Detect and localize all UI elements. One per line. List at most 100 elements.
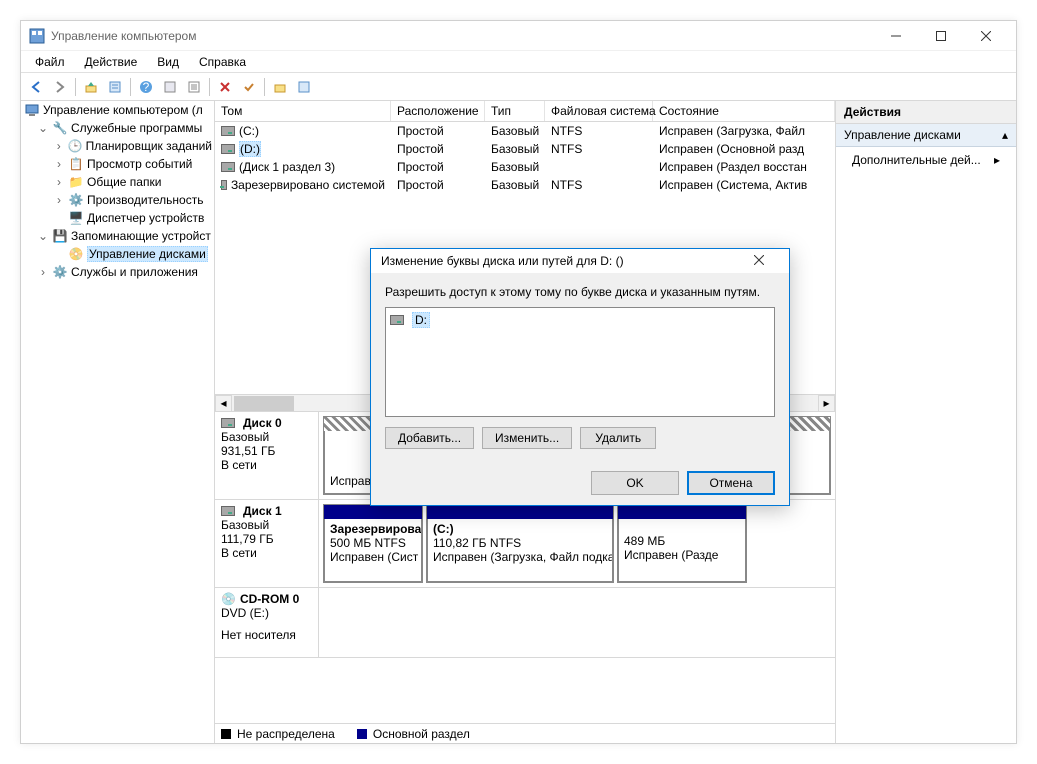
collapse-icon[interactable]: ▴: [1002, 128, 1008, 142]
separator: [209, 78, 210, 96]
disk-size: 931,51 ГБ: [221, 444, 312, 458]
up-button[interactable]: [80, 76, 102, 98]
drive-letter-list[interactable]: D:: [385, 307, 775, 417]
volume-status: Исправен (Раздел восстан: [653, 159, 835, 175]
device-icon: 🖥️: [68, 210, 84, 226]
actions-group[interactable]: Управление дисками ▴: [836, 124, 1016, 147]
drive-icon: [221, 418, 235, 428]
volume-fs: NTFS: [545, 177, 653, 193]
volume-row[interactable]: Зарезервировано системой Простой Базовый…: [215, 176, 835, 194]
partition-recovery[interactable]: 489 МБ Исправен (Разде: [617, 504, 747, 583]
maximize-button[interactable]: [918, 22, 963, 50]
menu-help[interactable]: Справка: [191, 53, 254, 71]
tree-performance[interactable]: ›⚙️Производительность: [21, 191, 214, 209]
options-button[interactable]: [159, 76, 181, 98]
tree-storage[interactable]: ⌄💾Запоминающие устройст: [21, 227, 214, 245]
drive-icon: [221, 506, 235, 516]
clock-icon: 🕒: [67, 138, 82, 154]
partition-body: 489 МБ Исправен (Разде: [618, 519, 746, 582]
dialog-titlebar[interactable]: Изменение буквы диска или путей для D: (…: [371, 249, 789, 273]
column-tom[interactable]: Том: [215, 101, 391, 121]
legend-primary-icon: [357, 729, 367, 739]
titlebar[interactable]: Управление компьютером: [21, 21, 1016, 51]
chevron-down-icon[interactable]: ⌄: [37, 229, 49, 243]
separator: [264, 78, 265, 96]
chevron-right-icon: ▸: [994, 153, 1000, 167]
tree-panel[interactable]: Управление компьютером (л ⌄🔧Служебные пр…: [21, 101, 215, 743]
tree-devices[interactable]: 🖥️Диспетчер устройств: [21, 209, 214, 227]
tree-root[interactable]: Управление компьютером (л: [21, 101, 214, 119]
cdrom-icon: 💿: [221, 592, 236, 606]
tree-diskmgmt[interactable]: 📀Управление дисками: [21, 245, 214, 263]
volume-fs: [545, 166, 653, 168]
partition-reserved[interactable]: Зарезервирова 500 МБ NTFS Исправен (Сист: [323, 504, 423, 583]
column-status[interactable]: Состояние: [653, 101, 835, 121]
drive-letter-item[interactable]: D:: [390, 312, 770, 328]
volume-layout: Простой: [391, 159, 485, 175]
column-layout[interactable]: Расположение: [391, 101, 485, 121]
dialog-action-buttons: Добавить... Изменить... Удалить: [385, 427, 775, 449]
delete-button-x[interactable]: [214, 76, 236, 98]
tree-eventviewer[interactable]: ›📋Просмотр событий: [21, 155, 214, 173]
column-fs[interactable]: Файловая система: [545, 101, 653, 121]
window-controls: [873, 22, 1008, 50]
dialog-close-button[interactable]: [739, 254, 779, 268]
column-type[interactable]: Тип: [485, 101, 545, 121]
perf-icon: ⚙️: [68, 192, 84, 208]
minimize-button[interactable]: [873, 22, 918, 50]
actions-more-link[interactable]: Дополнительные дей... ▸: [836, 147, 1016, 173]
menu-view[interactable]: Вид: [149, 53, 187, 71]
drive-icon: [390, 315, 404, 325]
menu-action[interactable]: Действие: [77, 53, 146, 71]
chevron-right-icon[interactable]: ›: [37, 265, 49, 279]
volume-row[interactable]: (Диск 1 раздел 3) Простой Базовый Исправ…: [215, 158, 835, 176]
tree-system-tools[interactable]: ⌄🔧Служебные программы: [21, 119, 214, 137]
tree-shared[interactable]: ›📁Общие папки: [21, 173, 214, 191]
tree-services[interactable]: ›⚙️Службы и приложения: [21, 263, 214, 281]
delete-button[interactable]: Удалить: [580, 427, 656, 449]
chevron-right-icon[interactable]: ›: [53, 193, 65, 207]
help-button[interactable]: ?: [135, 76, 157, 98]
volume-row[interactable]: (C:) Простой Базовый NTFS Исправен (Загр…: [215, 122, 835, 140]
disk-row-1[interactable]: Диск 1 Базовый 111,79 ГБ В сети Зарезерв…: [215, 500, 835, 588]
tree-scheduler[interactable]: ›🕒Планировщик заданий: [21, 137, 214, 155]
volume-type: Базовый: [485, 141, 545, 157]
chevron-right-icon[interactable]: ›: [53, 139, 64, 153]
volume-row[interactable]: (D:) Простой Базовый NTFS Исправен (Осно…: [215, 140, 835, 158]
disk-partitions: [319, 588, 835, 657]
partition-header: [427, 505, 613, 519]
partition-body: Зарезервирова 500 МБ NTFS Исправен (Сист: [324, 519, 422, 582]
close-button[interactable]: [963, 22, 1008, 50]
new-folder-button[interactable]: [269, 76, 291, 98]
service-icon: ⚙️: [52, 264, 68, 280]
add-button[interactable]: Добавить...: [385, 427, 474, 449]
chevron-down-icon[interactable]: ⌄: [37, 121, 49, 135]
scroll-thumb[interactable]: [234, 396, 294, 411]
dialog-footer: OK Отмена: [371, 461, 789, 505]
cancel-button[interactable]: Отмена: [687, 471, 775, 495]
chevron-right-icon[interactable]: ›: [53, 157, 65, 171]
disk-row-cdrom[interactable]: 💿CD-ROM 0 DVD (E:) Нет носителя: [215, 588, 835, 658]
refresh-button[interactable]: [293, 76, 315, 98]
menu-file[interactable]: Файл: [27, 53, 73, 71]
disk-kind: Базовый: [221, 518, 312, 532]
scroll-right-icon[interactable]: ▸: [818, 395, 835, 412]
volume-name: Зарезервировано системой: [231, 178, 385, 192]
scroll-left-icon[interactable]: ◂: [215, 395, 232, 412]
change-button[interactable]: Изменить...: [482, 427, 572, 449]
separator: [130, 78, 131, 96]
legend-bar: Не распределена Основной раздел: [215, 723, 835, 743]
forward-button[interactable]: [49, 76, 71, 98]
folders-icon: 📁: [68, 174, 84, 190]
partition-c[interactable]: (C:) 110,82 ГБ NTFS Исправен (Загрузка, …: [426, 504, 614, 583]
volume-name: (C:): [239, 124, 259, 138]
disk-name: Диск 0: [243, 416, 282, 430]
list-button[interactable]: [183, 76, 205, 98]
ok-button[interactable]: OK: [591, 471, 679, 495]
volume-name: (Диск 1 раздел 3): [239, 160, 335, 174]
chevron-right-icon[interactable]: ›: [53, 175, 65, 189]
check-button[interactable]: [238, 76, 260, 98]
properties-button[interactable]: [104, 76, 126, 98]
window-title: Управление компьютером: [51, 29, 873, 43]
back-button[interactable]: [25, 76, 47, 98]
